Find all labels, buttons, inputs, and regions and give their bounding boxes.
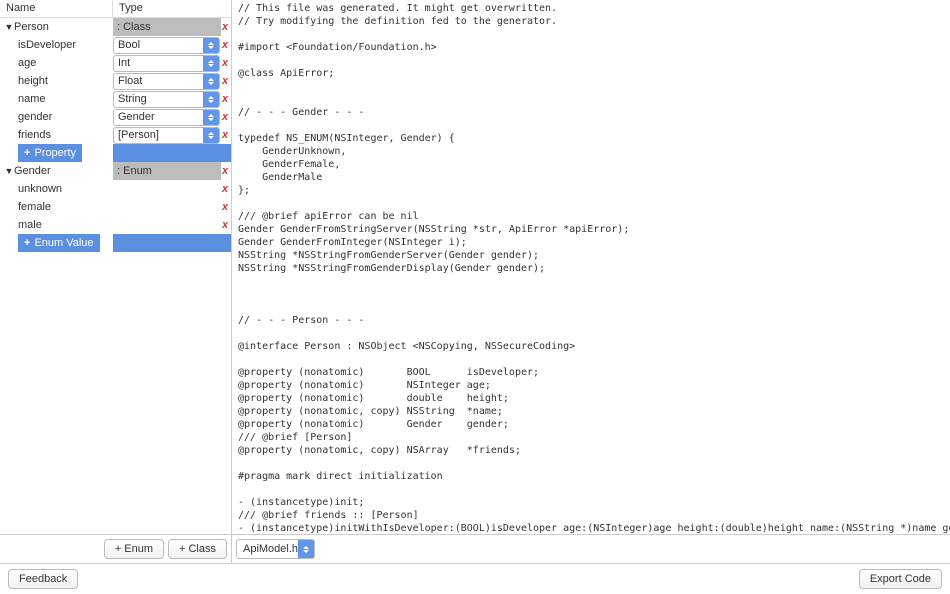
delete-icon[interactable]: x [221, 219, 231, 231]
delete-icon[interactable]: x [221, 183, 231, 195]
type-select[interactable]: String [113, 91, 220, 108]
dropdown-arrow-icon [203, 56, 219, 71]
add-enum-value-row[interactable]: + Enum Value [0, 234, 231, 252]
enum-value: female [18, 201, 51, 213]
tree-row-enum-value[interactable]: male x [0, 216, 231, 234]
tree-row-property[interactable]: isDeveloper Bool x [0, 36, 231, 54]
plus-icon: + [115, 543, 121, 555]
add-type-spacer [113, 144, 231, 162]
add-enum-value-button[interactable]: + Enum Value [18, 234, 100, 252]
delete-icon[interactable]: x [221, 111, 231, 123]
dropdown-arrow-icon [203, 74, 219, 89]
footer: Feedback Export Code [0, 564, 950, 594]
type-select[interactable]: Gender [113, 109, 220, 126]
property-name: name [18, 93, 46, 105]
generated-code[interactable]: // This file was generated. It might get… [232, 0, 950, 534]
disclosure-triangle-icon[interactable]: ▼ [4, 22, 14, 32]
model-sidebar: Name Type ▼ Person : Class x isDeveloper… [0, 0, 232, 563]
type-select[interactable]: [Person] [113, 127, 220, 144]
tree-row-property[interactable]: friends [Person] x [0, 126, 231, 144]
file-select[interactable]: ApiModel.h [236, 539, 315, 559]
dropdown-arrow-icon [203, 110, 219, 125]
property-name: isDeveloper [18, 39, 76, 51]
delete-icon[interactable]: x [221, 129, 231, 141]
code-toolbar: ApiModel.h [232, 534, 950, 563]
add-enum-button[interactable]: + Enum [104, 539, 164, 559]
tree-row-property[interactable]: height Float x [0, 72, 231, 90]
dropdown-arrow-icon [203, 128, 219, 143]
dropdown-arrow-icon [203, 92, 219, 107]
enum-value: unknown [18, 183, 62, 195]
property-name: gender [18, 111, 52, 123]
tree-row-enum-value[interactable]: female x [0, 198, 231, 216]
delete-icon[interactable]: x [221, 39, 231, 51]
feedback-button[interactable]: Feedback [8, 569, 78, 589]
class-name: Person [14, 21, 49, 33]
property-name: height [18, 75, 48, 87]
dropdown-arrow-icon [298, 540, 314, 558]
tree-row-property[interactable]: name String x [0, 90, 231, 108]
delete-icon[interactable]: x [221, 165, 231, 177]
tree-row-property[interactable]: age Int x [0, 54, 231, 72]
export-code-button[interactable]: Export Code [859, 569, 942, 589]
add-type-spacer [113, 234, 231, 252]
add-class-button[interactable]: + Class [168, 539, 227, 559]
delete-icon[interactable]: x [221, 201, 231, 213]
code-pane: // This file was generated. It might get… [232, 0, 950, 563]
plus-icon: + [24, 237, 30, 249]
property-name: age [18, 57, 36, 69]
sidebar-toolbar: + Enum + Class [0, 534, 231, 563]
enum-value: male [18, 219, 42, 231]
tree-row-class[interactable]: ▼ Person : Class x [0, 18, 231, 36]
kind-label: : Class [113, 18, 221, 36]
enum-name: Gender [14, 165, 51, 177]
plus-icon: + [24, 147, 30, 159]
tree-row-enum[interactable]: ▼ Gender : Enum x [0, 162, 231, 180]
tree-body: ▼ Person : Class x isDeveloper Bool x ag… [0, 18, 231, 534]
kind-label: : Enum [113, 162, 221, 180]
column-header-name[interactable]: Name [0, 0, 113, 17]
type-select[interactable]: Bool [113, 37, 220, 54]
tree-header: Name Type [0, 0, 231, 18]
dropdown-arrow-icon [203, 38, 219, 53]
type-select[interactable]: Float [113, 73, 220, 90]
tree-row-enum-value[interactable]: unknown x [0, 180, 231, 198]
column-header-type[interactable]: Type [113, 0, 231, 17]
property-name: friends [18, 129, 51, 141]
delete-icon[interactable]: x [221, 57, 231, 69]
delete-icon[interactable]: x [221, 93, 231, 105]
delete-icon[interactable]: x [221, 21, 231, 33]
plus-icon: + [179, 543, 185, 555]
add-property-button[interactable]: + Property [18, 144, 82, 162]
disclosure-triangle-icon[interactable]: ▼ [4, 166, 14, 176]
add-property-row[interactable]: + Property [0, 144, 231, 162]
type-select[interactable]: Int [113, 55, 220, 72]
tree-row-property[interactable]: gender Gender x [0, 108, 231, 126]
delete-icon[interactable]: x [221, 75, 231, 87]
